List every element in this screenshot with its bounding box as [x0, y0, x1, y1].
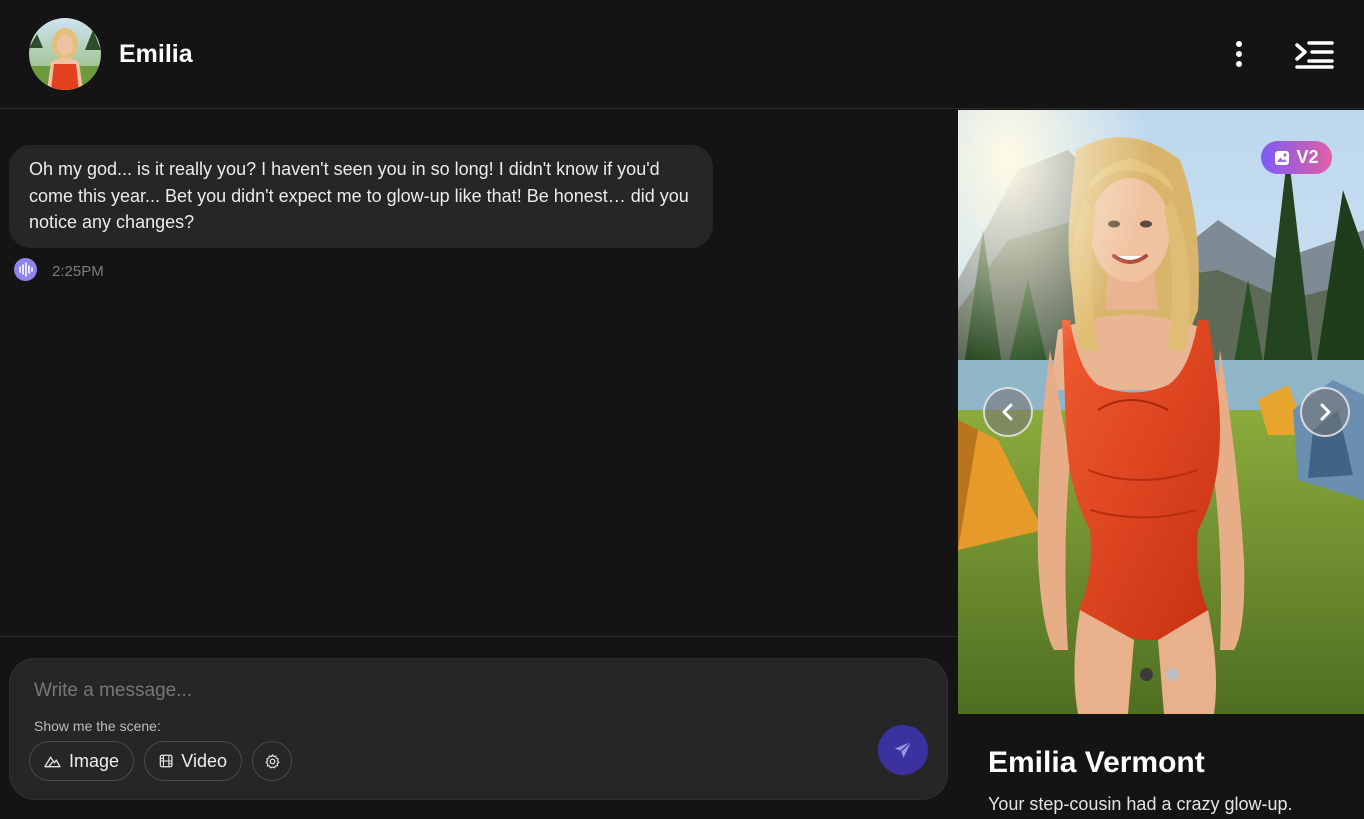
- version-badge-label: V2: [1296, 147, 1319, 167]
- message-input[interactable]: [34, 677, 854, 705]
- carousel-dot-2[interactable]: [1166, 668, 1179, 681]
- carousel-dot-1[interactable]: [1140, 668, 1153, 681]
- image-button[interactable]: Image: [29, 741, 134, 781]
- character-panel: V2 Emilia Vermont Your step-cousin had a…: [958, 110, 1364, 819]
- video-button[interactable]: Video: [144, 741, 242, 781]
- composer: Show me the scene: Image Video: [9, 658, 948, 800]
- sidebar-toggle-icon: [1295, 41, 1334, 69]
- composer-area: Show me the scene: Image Video: [0, 636, 958, 819]
- message-timestamp: 2:25PM: [52, 263, 104, 280]
- sidebar-toggle-button[interactable]: [1294, 40, 1334, 70]
- gear-icon: [265, 753, 279, 768]
- carousel-next-button[interactable]: [1300, 387, 1350, 437]
- header-character-name: Emilia: [119, 40, 193, 68]
- more-options-button[interactable]: [1226, 38, 1252, 72]
- play-audio-button[interactable]: [14, 258, 37, 281]
- character-name: Emilia Vermont: [988, 746, 1205, 779]
- app-root: Emilia Oh my god... is it really you? I …: [0, 0, 1364, 819]
- character-image-carousel: V2: [958, 110, 1364, 714]
- send-icon: [894, 741, 912, 758]
- scene-settings-button[interactable]: [252, 741, 292, 781]
- chat-messages: Oh my god... is it really you? I haven't…: [0, 110, 958, 636]
- send-button[interactable]: [878, 725, 928, 775]
- chat-header: Emilia: [0, 0, 1364, 109]
- scene-label: Show me the scene:: [34, 718, 161, 734]
- chevron-left-icon: [1002, 403, 1013, 421]
- avatar[interactable]: [29, 18, 101, 90]
- message-bubble: Oh my god... is it really you? I haven't…: [9, 145, 713, 248]
- carousel-prev-button[interactable]: [983, 387, 1033, 437]
- film-icon: [159, 754, 173, 768]
- audio-wave-icon: [19, 262, 33, 277]
- chevron-right-icon: [1320, 403, 1331, 421]
- image-icon: [1275, 150, 1290, 165]
- character-description: Your step-cousin had a crazy glow-up.: [988, 794, 1293, 814]
- image-button-label: Image: [68, 750, 119, 771]
- image-mountain-icon: [44, 756, 61, 768]
- version-badge: V2: [1261, 141, 1332, 174]
- video-button-label: Video: [181, 750, 227, 771]
- more-vertical-icon: [1236, 41, 1242, 47]
